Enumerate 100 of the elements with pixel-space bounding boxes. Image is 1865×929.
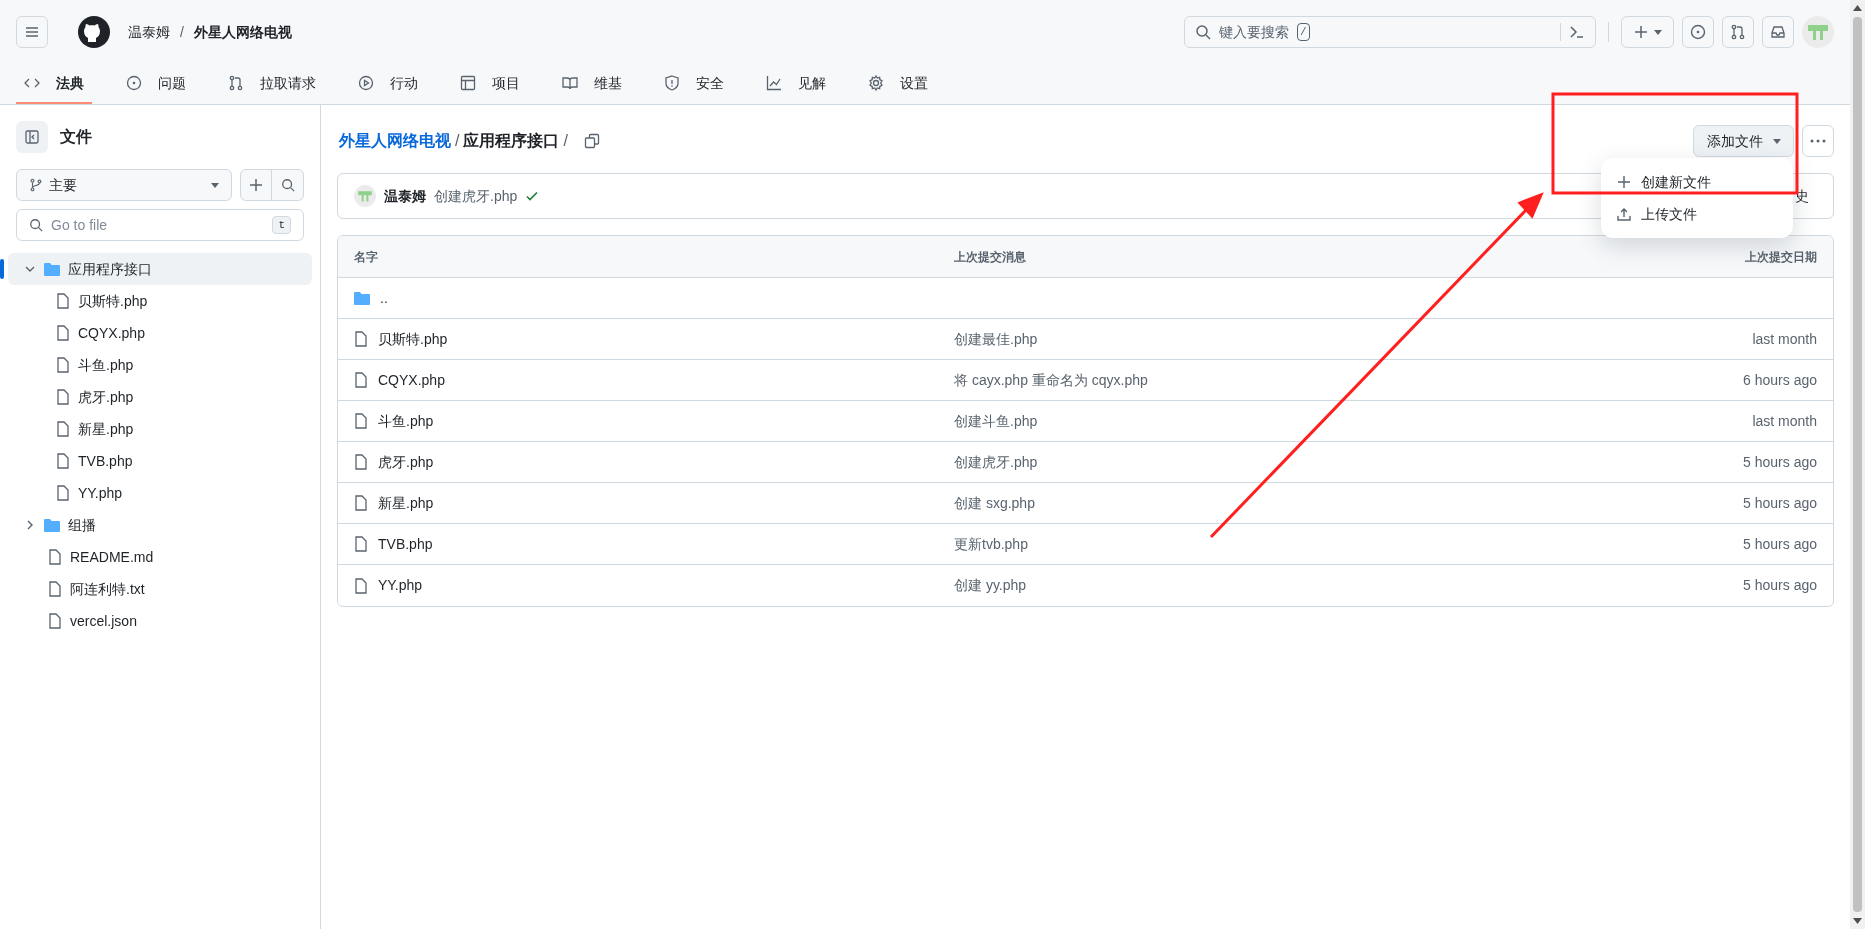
- tree-file[interactable]: 贝斯特.php: [8, 285, 312, 317]
- tree-file[interactable]: YY.php: [8, 477, 312, 509]
- tree-file[interactable]: 阿连利特.txt: [8, 573, 312, 605]
- commit-message-link[interactable]: 将 cayx.php 重命名为 cqyx.php: [954, 369, 1617, 391]
- search-field[interactable]: 键入要搜索 /: [1184, 16, 1596, 48]
- table-icon: [460, 75, 476, 91]
- pull-requests-button[interactable]: [1722, 16, 1754, 48]
- nav-tab[interactable]: 拉取请求: [220, 64, 324, 104]
- file-icon: [56, 453, 70, 469]
- column-header: 上次提交消息: [954, 248, 1027, 266]
- sidebar-collapse-icon: [24, 129, 40, 145]
- file-icon: [354, 372, 368, 388]
- scrollbar[interactable]: [1850, 0, 1865, 929]
- parent-directory-link[interactable]: ..: [380, 287, 388, 309]
- avatar-icon: [354, 185, 376, 207]
- history-link[interactable]: 史: [1795, 185, 1809, 207]
- column-header: 名字: [354, 248, 379, 266]
- file-icon: [56, 389, 70, 405]
- add-file-dropdown-button[interactable]: 添加文件: [1693, 125, 1794, 157]
- nav-tab[interactable]: 问题: [118, 64, 194, 104]
- column-header: 上次提交日期: [1744, 248, 1817, 266]
- file-link[interactable]: TVB.php: [378, 533, 433, 555]
- file-link[interactable]: CQYX.php: [378, 369, 445, 391]
- tree-file[interactable]: 斗鱼.php: [8, 349, 312, 381]
- nav-tab[interactable]: 维基: [554, 64, 630, 104]
- commit-date: 5 hours ago: [1742, 534, 1817, 554]
- menu-item[interactable]: 创建新文件: [1601, 166, 1793, 198]
- file-icon: [56, 421, 70, 437]
- terminal-icon[interactable]: [1569, 24, 1585, 40]
- owner-link[interactable]: 温泰姆: [128, 21, 170, 43]
- commit-message[interactable]: 创建虎牙.php: [434, 185, 518, 207]
- create-new-button[interactable]: [1621, 16, 1674, 48]
- nav-tab[interactable]: 见解: [758, 64, 834, 104]
- file-icon: [56, 293, 70, 309]
- circle-dot-icon: [1690, 24, 1706, 40]
- scrollbar-thumb[interactable]: [1853, 17, 1862, 912]
- commit-date: 6 hours ago: [1742, 370, 1817, 390]
- commit-message-link[interactable]: 创建 yy.php: [954, 575, 1617, 596]
- file-icon: [354, 413, 368, 429]
- tree-file[interactable]: 新星.php: [8, 413, 312, 445]
- commit-message-link[interactable]: 创建虎牙.php: [954, 451, 1617, 473]
- folder-icon: [354, 291, 370, 305]
- menu-item[interactable]: 上传文件: [1601, 198, 1793, 230]
- file-link[interactable]: YY.php: [378, 575, 423, 596]
- caret-icon: [1653, 29, 1662, 35]
- graph-icon: [766, 75, 782, 91]
- file-icon: [56, 485, 70, 501]
- current-folder: 应用程序接口: [463, 131, 560, 151]
- inbox-button[interactable]: [1762, 16, 1794, 48]
- selection-indicator: [0, 259, 4, 279]
- tree-file[interactable]: TVB.php: [8, 445, 312, 477]
- tree-folder[interactable]: 组播: [8, 509, 312, 541]
- search-icon: [280, 178, 295, 192]
- nav-tab[interactable]: 项目: [452, 64, 528, 104]
- collapse-panel-button[interactable]: [16, 121, 48, 153]
- commit-message-link[interactable]: 创建 sxg.php: [954, 492, 1617, 514]
- issues-button[interactable]: [1682, 16, 1714, 48]
- file-link[interactable]: 贝斯特.php: [378, 328, 448, 350]
- tree-file[interactable]: 虎牙.php: [8, 381, 312, 413]
- pull-request-icon: [228, 75, 244, 91]
- copy-icon[interactable]: [583, 133, 600, 149]
- upload-icon: [1617, 207, 1631, 221]
- ellipsis-icon: [1810, 139, 1826, 143]
- path-separator: /: [455, 131, 460, 151]
- tree-file[interactable]: CQYX.php: [8, 317, 312, 349]
- plus-icon: [1617, 175, 1631, 189]
- branch-icon: [29, 178, 43, 192]
- scroll-down-icon[interactable]: [1853, 918, 1862, 924]
- search-icon: [1195, 24, 1211, 40]
- tree-file[interactable]: README.md: [8, 541, 312, 573]
- file-link[interactable]: 虎牙.php: [378, 451, 434, 473]
- commit-message-link[interactable]: 更新tvb.php: [954, 533, 1617, 555]
- file-link[interactable]: 斗鱼.php: [378, 410, 434, 432]
- folder-icon: [44, 518, 60, 532]
- nav-tab[interactable]: 安全: [656, 64, 732, 104]
- scroll-up-icon[interactable]: [1853, 5, 1862, 11]
- go-to-file-field[interactable]: Go to file t: [16, 209, 304, 241]
- circle-dot-icon: [126, 75, 142, 91]
- file-link[interactable]: 新星.php: [378, 492, 434, 514]
- commit-message-link[interactable]: 创建最佳.php: [954, 328, 1617, 350]
- octocat-logo-icon[interactable]: [78, 16, 110, 48]
- pull-request-icon: [1730, 24, 1746, 40]
- commit-date: last month: [1751, 329, 1817, 349]
- menu-button[interactable]: [16, 16, 48, 48]
- repo-breadcrumb-link[interactable]: 外星人网络电视: [339, 129, 451, 153]
- shield-icon: [664, 75, 680, 91]
- file-icon: [56, 357, 70, 373]
- commit-message-link[interactable]: 创建斗鱼.php: [954, 410, 1617, 432]
- settings-icon: [868, 75, 884, 91]
- repo-link[interactable]: 外星人网络电视: [193, 21, 292, 43]
- shortcut-key: /: [1297, 22, 1310, 42]
- path-separator: /: [563, 131, 568, 151]
- nav-tab[interactable]: 法典: [16, 64, 92, 104]
- nav-tab[interactable]: 行动: [350, 64, 426, 104]
- commit-date: 5 hours ago: [1742, 493, 1817, 513]
- path-separator: /: [180, 22, 184, 42]
- branch-selector[interactable]: 主要: [16, 169, 232, 201]
- nav-tab[interactable]: 设置: [860, 64, 936, 104]
- tree-file[interactable]: vercel.json: [8, 605, 312, 637]
- commit-author[interactable]: 温泰姆: [384, 185, 426, 207]
